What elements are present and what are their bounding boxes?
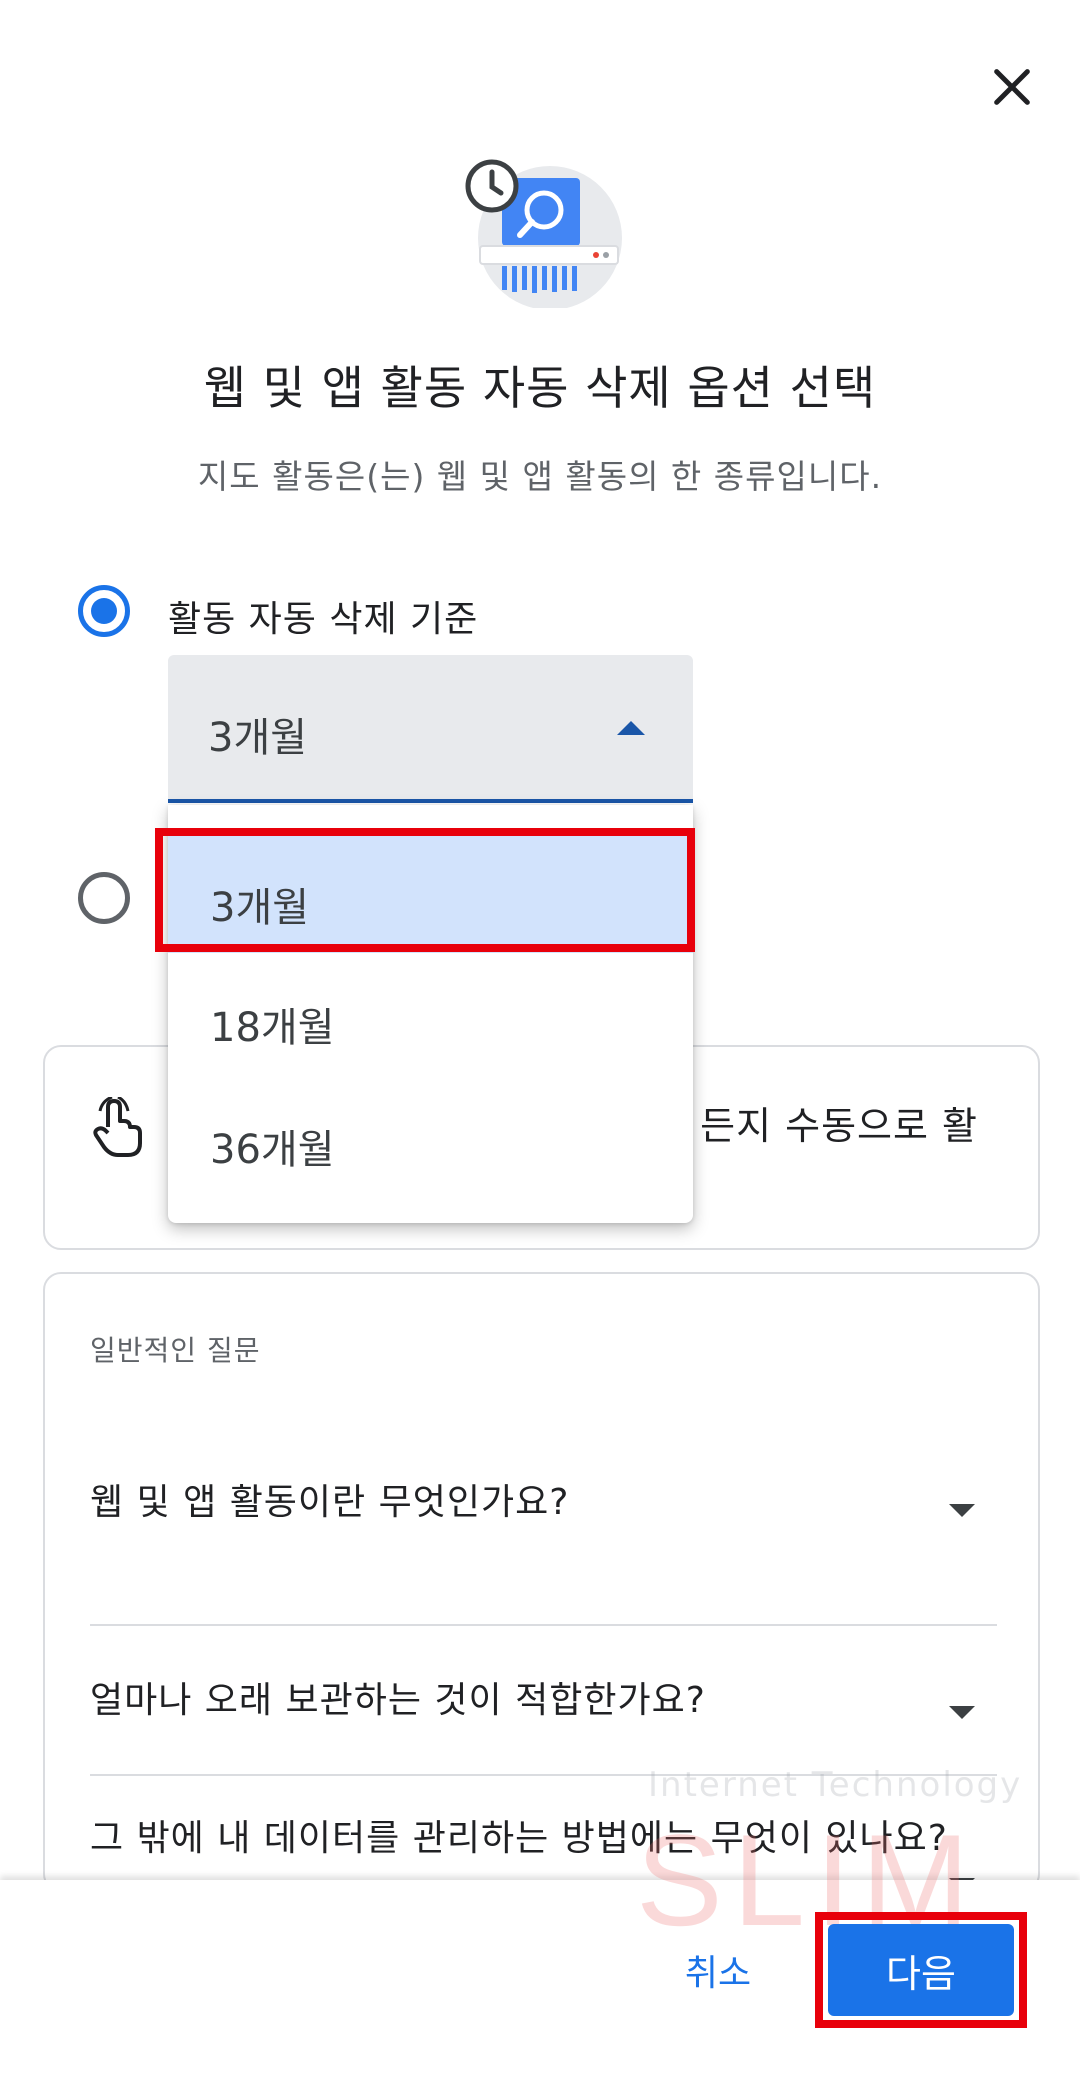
auto-delete-radio[interactable] bbox=[78, 585, 130, 637]
faq-item[interactable]: 그 밖에 내 데이터를 관리하는 방법에는 무엇이 있나요? bbox=[90, 1776, 997, 1896]
highlight-box bbox=[815, 1912, 1027, 2028]
cancel-button[interactable]: 취소 bbox=[668, 1935, 768, 2005]
period-option-36-months[interactable]: 36개월 bbox=[168, 1077, 693, 1195]
period-select[interactable]: 3개월 bbox=[168, 655, 693, 803]
faq-heading: 일반적인 질문 bbox=[90, 1334, 261, 1367]
manual-delete-text: 든지 수동으로 활 bbox=[700, 1104, 978, 1148]
period-select-value: 3개월 bbox=[208, 715, 308, 761]
page-subtitle: 지도 활동은(는) 웹 및 앱 활동의 한 종류입니다. bbox=[197, 457, 883, 496]
close-button[interactable] bbox=[975, 50, 1049, 124]
period-option-18-months[interactable]: 18개월 bbox=[168, 955, 693, 1073]
hand-tap-icon bbox=[93, 1097, 142, 1157]
caret-up-icon bbox=[617, 721, 645, 735]
faq-question: 그 밖에 내 데이터를 관리하는 방법에는 무엇이 있나요? bbox=[90, 1818, 948, 1859]
activity-shredder-illustration bbox=[465, 159, 622, 308]
auto-delete-label: 활동 자동 삭제 기준 bbox=[168, 599, 479, 640]
chevron-down-icon bbox=[949, 1504, 975, 1517]
faq-question: 웹 및 앱 활동이란 무엇인가요? bbox=[90, 1482, 570, 1523]
chevron-down-icon bbox=[949, 1706, 975, 1719]
faq-item[interactable]: 웹 및 앱 활동이란 무엇인가요? bbox=[90, 1474, 997, 1626]
highlight-box bbox=[155, 828, 695, 952]
faq-card: 일반적인 질문 웹 및 앱 활동이란 무엇인가요? 얼마나 오래 보관하는 것이… bbox=[43, 1272, 1040, 1892]
close-icon bbox=[994, 69, 1030, 105]
period-option-label: 18개월 bbox=[210, 1005, 335, 1051]
page-title: 웹 및 앱 활동 자동 삭제 옵션 선택 bbox=[203, 361, 877, 415]
faq-question: 얼마나 오래 보관하는 것이 적합한가요? bbox=[90, 1680, 706, 1721]
manual-delete-radio[interactable] bbox=[78, 872, 130, 924]
faq-item[interactable]: 얼마나 오래 보관하는 것이 적합한가요? bbox=[90, 1626, 997, 1776]
period-option-label: 36개월 bbox=[210, 1127, 335, 1173]
